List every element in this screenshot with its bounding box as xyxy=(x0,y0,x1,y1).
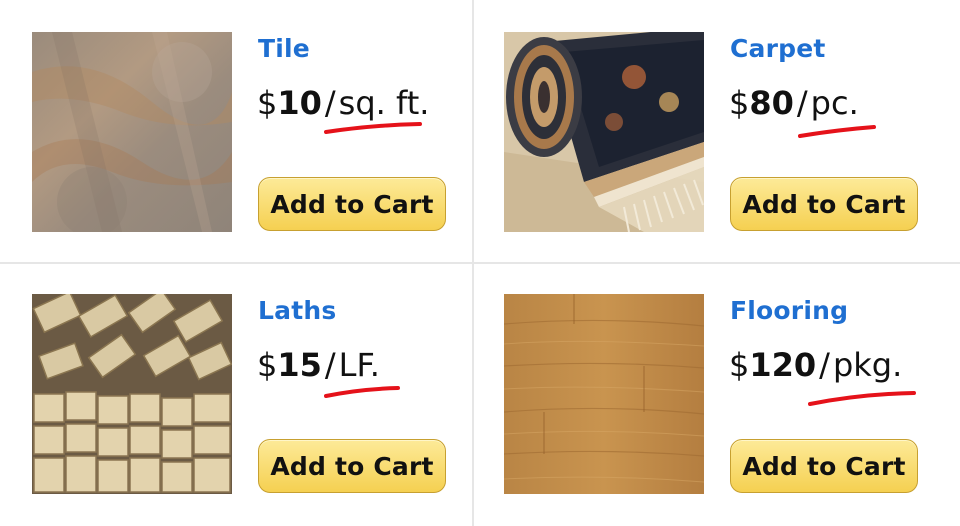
product-name[interactable]: Carpet xyxy=(730,34,826,63)
price-unit: pc. xyxy=(810,84,859,122)
price-separator: / xyxy=(324,84,336,122)
product-name[interactable]: Laths xyxy=(258,296,336,325)
add-to-cart-button[interactable]: Add to Cart xyxy=(258,177,446,231)
price-currency: $ xyxy=(257,346,278,384)
product-card-carpet: Carpet $80/pc. Add to Cart xyxy=(474,0,944,262)
price-amount: 120 xyxy=(749,346,817,384)
add-to-cart-button[interactable]: Add to Cart xyxy=(730,177,918,231)
laths-image[interactable] xyxy=(32,294,232,494)
product-grid: Tile $10/sq. ft. Add to Cart Carpet $80/… xyxy=(0,0,960,526)
price-currency: $ xyxy=(729,84,750,122)
price-amount: 80 xyxy=(749,84,794,122)
price-separator: / xyxy=(324,346,336,384)
product-card-laths: Laths $15/LF. Add to Cart xyxy=(0,264,470,526)
price-unit: LF. xyxy=(338,346,380,384)
price-currency: $ xyxy=(257,84,278,122)
product-price: $10/sq. ft. xyxy=(257,84,429,122)
unit-underline-annotation xyxy=(324,386,400,398)
unit-underline-annotation xyxy=(798,125,876,138)
product-price: $120/pkg. xyxy=(729,346,902,384)
price-amount: 10 xyxy=(277,84,322,122)
carpet-image[interactable] xyxy=(504,32,704,232)
price-amount: 15 xyxy=(277,346,322,384)
tile-image[interactable] xyxy=(32,32,232,232)
price-separator: / xyxy=(819,346,830,384)
price-unit: sq. ft. xyxy=(338,84,430,122)
product-price: $15/LF. xyxy=(257,346,380,384)
add-to-cart-button[interactable]: Add to Cart xyxy=(730,439,918,493)
flooring-image[interactable] xyxy=(504,294,704,494)
price-unit: pkg. xyxy=(832,346,903,384)
unit-underline-annotation xyxy=(808,391,916,406)
add-to-cart-button[interactable]: Add to Cart xyxy=(258,439,446,493)
unit-underline-annotation xyxy=(324,122,422,134)
product-price: $80/pc. xyxy=(729,84,859,122)
product-card-tile: Tile $10/sq. ft. Add to Cart xyxy=(0,0,470,262)
price-currency: $ xyxy=(729,346,750,384)
price-separator: / xyxy=(796,84,808,122)
product-card-flooring: Flooring $120/pkg. Add to Cart xyxy=(474,264,944,526)
product-name[interactable]: Tile xyxy=(258,34,310,63)
product-name[interactable]: Flooring xyxy=(730,296,848,325)
